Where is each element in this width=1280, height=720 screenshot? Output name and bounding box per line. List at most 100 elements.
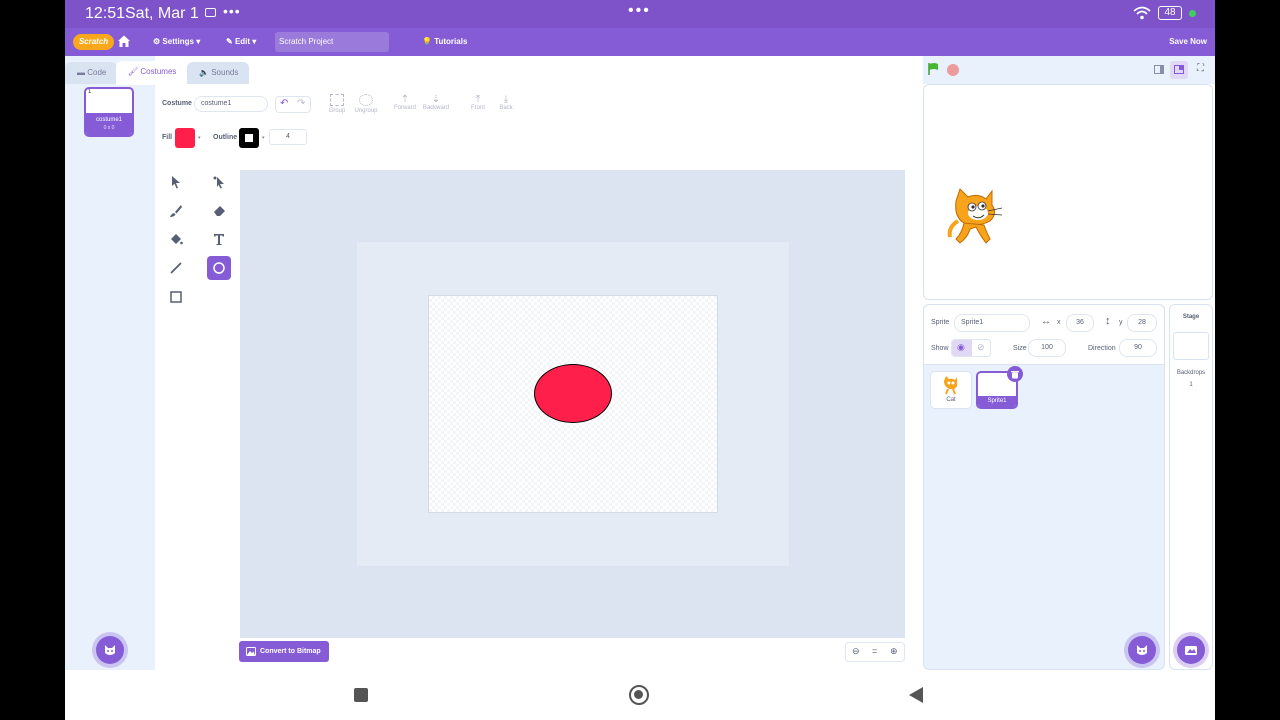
reshape-icon	[213, 176, 224, 189]
zoom-reset-button[interactable]: =	[872, 646, 877, 656]
tab-sounds-label: Sounds	[211, 68, 239, 77]
x-input[interactable]: 36	[1066, 314, 1094, 332]
tab-code-label: Code	[87, 68, 107, 77]
direction-input[interactable]: 90	[1119, 339, 1157, 357]
arrow-cursor-icon	[172, 176, 180, 189]
sprite-tile-cat[interactable]: Cat	[930, 371, 972, 409]
small-stage-icon	[1154, 65, 1164, 74]
stage-thumbnail[interactable]	[1173, 332, 1209, 360]
brush-icon	[170, 205, 182, 217]
eraser-icon	[214, 206, 225, 216]
edit-label: Edit	[234, 37, 251, 46]
stop-icon[interactable]	[947, 64, 959, 76]
tab-costumes[interactable]: 🖌 Costumes	[116, 61, 188, 85]
brush-tool[interactable]	[164, 199, 188, 223]
group-button[interactable]: Group	[325, 94, 349, 114]
size-input[interactable]: 100	[1028, 339, 1066, 357]
outline-width-input[interactable]: 4	[269, 129, 307, 145]
reshape-tool[interactable]	[207, 170, 231, 194]
costume-label: costume1 0 x 0	[86, 113, 132, 135]
tab-costumes-label: Costumes	[140, 67, 177, 76]
choose-sprite-button[interactable]	[1128, 636, 1156, 664]
outline-color-swatch[interactable]	[239, 128, 259, 148]
select-tool[interactable]	[164, 170, 188, 194]
backward-button[interactable]: ⇣ Backward	[421, 94, 451, 111]
rectangle-tool[interactable]	[164, 285, 188, 309]
scratch-logo[interactable]: Scratch	[73, 34, 114, 50]
save-now-button[interactable]: Save Now	[1169, 37, 1207, 46]
vertical-arrows-icon: ↕	[1105, 315, 1111, 327]
edit-menu[interactable]: ✎ Edit ▾	[226, 37, 256, 46]
paint-tools	[155, 170, 241, 670]
show-visible-button[interactable]: ◉	[952, 340, 972, 356]
tab-sounds[interactable]: 🔈 Sounds	[187, 62, 249, 84]
multiwindow-dots-icon[interactable]: •••	[628, 2, 651, 20]
stage-selector[interactable]: Stage Backdrops 1	[1169, 304, 1213, 670]
delete-sprite-button[interactable]	[1007, 366, 1023, 382]
undo-redo-group: ↶ ↷	[275, 96, 311, 113]
line-tool[interactable]	[164, 256, 188, 280]
undo-icon[interactable]: ↶	[280, 98, 288, 109]
chevron-down-icon: ▾	[196, 37, 201, 46]
image-icon	[246, 647, 256, 656]
front-button[interactable]: ⤒ Front	[467, 94, 489, 111]
circle-tool[interactable]	[207, 256, 231, 280]
back-button[interactable]: ⤓ Back	[496, 94, 516, 111]
zoom-in-icon[interactable]: ⊕	[890, 646, 898, 657]
project-title-input[interactable]: Scratch Project	[275, 32, 389, 52]
gear-icon: ⚙	[153, 37, 161, 46]
choose-backdrop-button[interactable]	[1177, 636, 1205, 664]
more-icon: •••	[223, 3, 241, 19]
green-flag-icon[interactable]	[927, 62, 941, 76]
cat-thumbnail-icon	[944, 376, 958, 395]
home-icon[interactable]	[117, 34, 131, 50]
normal-stage-button[interactable]	[1170, 61, 1188, 79]
code-icon: ▬	[77, 68, 85, 77]
drawing-canvas[interactable]	[428, 295, 718, 513]
stage-canvas[interactable]	[923, 84, 1213, 300]
paint-canvas-area[interactable]	[240, 170, 905, 638]
sprite-name-input[interactable]: Sprite1	[954, 314, 1030, 332]
front-label: Front	[470, 105, 485, 111]
costume-name-input[interactable]: costume1	[194, 96, 268, 112]
status-bar: 12:51 Sat, Mar 1 ••• ••• 48	[65, 0, 1215, 28]
costume-name: costume1	[95, 117, 122, 123]
eraser-tool[interactable]	[207, 199, 231, 223]
backward-label: Backward	[422, 105, 450, 111]
status-time: 12:51	[85, 5, 126, 22]
costume-tile[interactable]: 1 costume1 0 x 0	[84, 87, 134, 137]
tutorials-button[interactable]: 💡 Tutorials	[422, 37, 467, 46]
cat-face-icon	[105, 645, 115, 655]
cat-sprite-icon[interactable]	[946, 187, 1008, 253]
show-label: Show	[931, 345, 949, 352]
stage-title: Stage	[1182, 314, 1200, 320]
fill-tool[interactable]	[164, 227, 188, 251]
chevron-down-icon: ▾	[198, 135, 201, 141]
ungroup-button[interactable]: Ungroup	[352, 94, 380, 114]
line-icon	[170, 262, 182, 274]
y-input[interactable]: 28	[1127, 314, 1157, 332]
settings-menu[interactable]: ⚙ Settings ▾	[153, 37, 200, 46]
fill-color-swatch[interactable]	[175, 128, 195, 148]
forward-button[interactable]: ⇡ Forward	[391, 94, 419, 111]
costume-number: 1	[88, 89, 92, 95]
back-button-icon[interactable]	[908, 686, 924, 704]
redo-icon[interactable]: ↷	[297, 98, 305, 109]
eye-hidden-icon[interactable]: ⊘	[977, 342, 985, 353]
zoom-out-icon[interactable]: ⊖	[852, 646, 860, 657]
recents-button[interactable]	[354, 688, 368, 702]
convert-to-bitmap-button[interactable]: Convert to Bitmap	[239, 641, 329, 662]
battery-indicator: 48	[1158, 6, 1182, 20]
brush-icon: 🖌	[128, 67, 139, 76]
small-stage-button[interactable]	[1150, 61, 1168, 79]
tab-code[interactable]: ▬ Code	[65, 62, 117, 84]
choose-costume-button[interactable]	[96, 636, 124, 664]
fullscreen-button[interactable]: ⛶	[1193, 61, 1211, 79]
chevron-down-icon: ▾	[252, 37, 257, 46]
bring-front-icon: ⤒	[475, 94, 481, 105]
group-icon	[330, 94, 344, 106]
forward-label: Forward	[393, 105, 416, 111]
drawn-ellipse[interactable]	[534, 364, 612, 423]
text-tool[interactable]	[207, 227, 231, 251]
home-button[interactable]	[629, 685, 649, 705]
